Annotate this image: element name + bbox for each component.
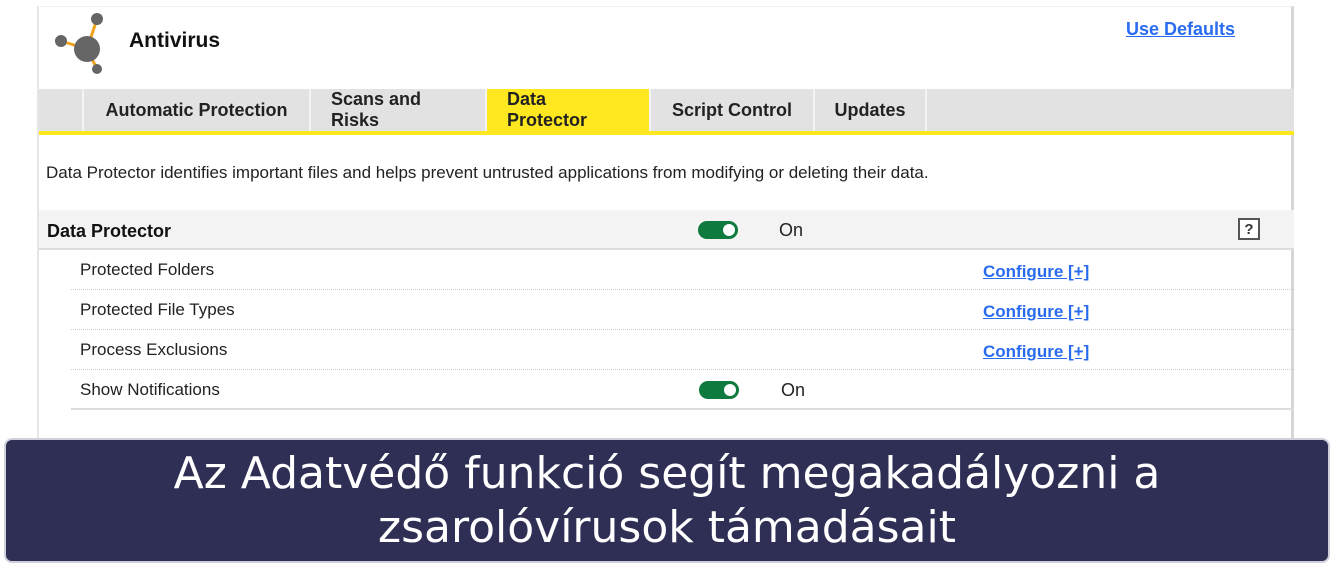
show-notifications-toggle[interactable] (699, 381, 739, 399)
row-protected-folders: Protected Folders Configure [+] (71, 250, 1294, 290)
tab-automatic-protection[interactable]: Automatic Protection (84, 89, 311, 131)
caption-line-1: Az Adatvédő funkció segít megakadályozni… (173, 447, 1161, 499)
help-button[interactable]: ? (1238, 218, 1260, 240)
configure-protected-file-types-link[interactable]: Configure [+] (983, 302, 1089, 322)
caption-line-2: zsarolóvírusok támadásait (377, 501, 956, 553)
row-label: Protected Folders (80, 260, 215, 279)
tab-scans-and-risks[interactable]: Scans and Risks (311, 89, 487, 131)
panel-header: Antivirus Use Defaults (39, 7, 1291, 89)
row-protected-file-types: Protected File Types Configure [+] (71, 290, 1294, 330)
caption-banner: Az Adatvédő funkció segít megakadályozni… (4, 438, 1330, 563)
row-process-exclusions: Process Exclusions Configure [+] (71, 330, 1294, 370)
tab-updates[interactable]: Updates (815, 89, 927, 131)
tab-bar: Automatic Protection Scans and Risks Dat… (39, 89, 1294, 135)
toggle-knob (723, 224, 735, 236)
use-defaults-link[interactable]: Use Defaults (1126, 19, 1235, 40)
caption-text: Az Adatvédő funkció segít megakadályozni… (174, 447, 1161, 555)
configure-process-exclusions-link[interactable]: Configure [+] (983, 342, 1089, 362)
row-label: Show Notifications (80, 380, 220, 399)
data-protector-toggle-state: On (779, 220, 804, 240)
tab-script-control[interactable]: Script Control (651, 89, 815, 131)
row-show-notifications: Show Notifications On (71, 370, 1294, 410)
tab-data-protector[interactable]: Data Protector (487, 89, 651, 131)
data-protector-toggle[interactable] (698, 221, 738, 239)
data-protector-section-header: Data Protector On ? (39, 210, 1294, 250)
tab-spacer (39, 89, 84, 131)
section-title: Data Protector (47, 221, 172, 241)
molecule-icon (55, 13, 103, 74)
feature-description: Data Protector identifies important file… (46, 163, 929, 182)
show-notifications-toggle-state: On (781, 380, 806, 400)
app-title: Antivirus (129, 29, 221, 52)
toggle-knob (724, 384, 736, 396)
configure-protected-folders-link[interactable]: Configure [+] (983, 262, 1089, 282)
antivirus-settings-panel: Antivirus Use Defaults Automatic Protect… (37, 6, 1294, 446)
row-label: Process Exclusions (80, 340, 228, 359)
row-label: Protected File Types (80, 300, 235, 319)
